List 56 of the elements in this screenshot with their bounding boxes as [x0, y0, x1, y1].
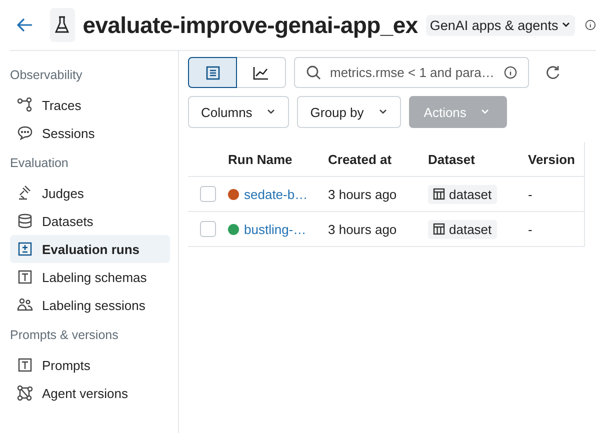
- gavel-icon: [17, 185, 33, 201]
- column-header: Run Name: [228, 152, 294, 166]
- text-box-icon: [17, 357, 33, 373]
- toolbar-dropdown[interactable]: Columns: [188, 96, 290, 128]
- column-header: Dataset: [428, 152, 476, 166]
- info-icon[interactable]: [585, 18, 596, 32]
- workspace-dropdown[interactable]: GenAI apps & agents: [426, 14, 576, 36]
- line-chart-icon: [253, 66, 269, 80]
- row-checkbox[interactable]: [200, 186, 216, 202]
- run-name-link[interactable]: sedate-b…: [244, 186, 308, 202]
- sidebar-item[interactable]: Traces: [10, 91, 170, 119]
- people-icon: [17, 297, 33, 313]
- refresh-icon[interactable]: [545, 64, 561, 80]
- sidebar-item[interactable]: Evaluation runs: [10, 235, 170, 263]
- experiment-title: evaluate-improve-genai-app_ex: [82, 12, 418, 38]
- text-box-icon: [17, 269, 33, 285]
- column-header: Created at: [328, 152, 393, 166]
- table-icon: [433, 223, 445, 235]
- sidebar-item[interactable]: Datasets: [10, 207, 170, 235]
- sidebar-item[interactable]: Prompts: [10, 351, 170, 379]
- traces-icon: [17, 97, 33, 113]
- sidebar-item[interactable]: Labeling sessions: [10, 291, 170, 319]
- network-icon: [17, 385, 33, 401]
- section-label: Evaluation: [10, 156, 70, 172]
- chat-bubble-icon: [17, 125, 33, 141]
- database-icon: [17, 213, 33, 229]
- plus-minus-document-icon: [17, 241, 33, 257]
- back-arrow-icon[interactable]: [16, 17, 34, 33]
- table-cell-text: 3 hours ago: [328, 186, 398, 202]
- table-icon: [433, 188, 445, 200]
- search-field[interactable]: metrics.rmse < 1 and para…: [294, 57, 529, 88]
- table-cell-text: -: [528, 186, 534, 202]
- row-checkbox[interactable]: [200, 221, 216, 237]
- toolbar-dropdown[interactable]: Group by: [297, 96, 401, 128]
- dataset-tag[interactable]: dataset: [428, 184, 497, 204]
- dataset-tag[interactable]: dataset: [428, 220, 497, 238]
- sidebar-item[interactable]: Labeling schemas: [10, 263, 170, 291]
- section-label: Observability: [10, 68, 84, 84]
- search-icon: [306, 65, 321, 80]
- chevron-down-icon: [561, 21, 572, 29]
- info-icon[interactable]: [504, 66, 517, 79]
- column-header: Version: [528, 152, 576, 166]
- chevron-down-icon: [378, 108, 388, 116]
- table-cell-text: -: [528, 222, 534, 236]
- chevron-down-icon: [480, 108, 490, 116]
- sidebar-item[interactable]: Judges: [10, 179, 170, 207]
- table-view-toggle[interactable]: [188, 57, 237, 88]
- section-label: Prompts & versions: [10, 328, 120, 344]
- sidebar-item[interactable]: Sessions: [10, 119, 170, 147]
- chevron-down-icon: [266, 108, 276, 116]
- table-cell-text: 3 hours ago: [328, 222, 398, 236]
- sidebar-item[interactable]: Agent versions: [10, 379, 170, 407]
- list-icon: [206, 66, 220, 80]
- run-name-link[interactable]: bustling-…: [244, 222, 306, 236]
- chart-view-toggle[interactable]: [237, 57, 286, 88]
- flask-icon: [50, 8, 75, 42]
